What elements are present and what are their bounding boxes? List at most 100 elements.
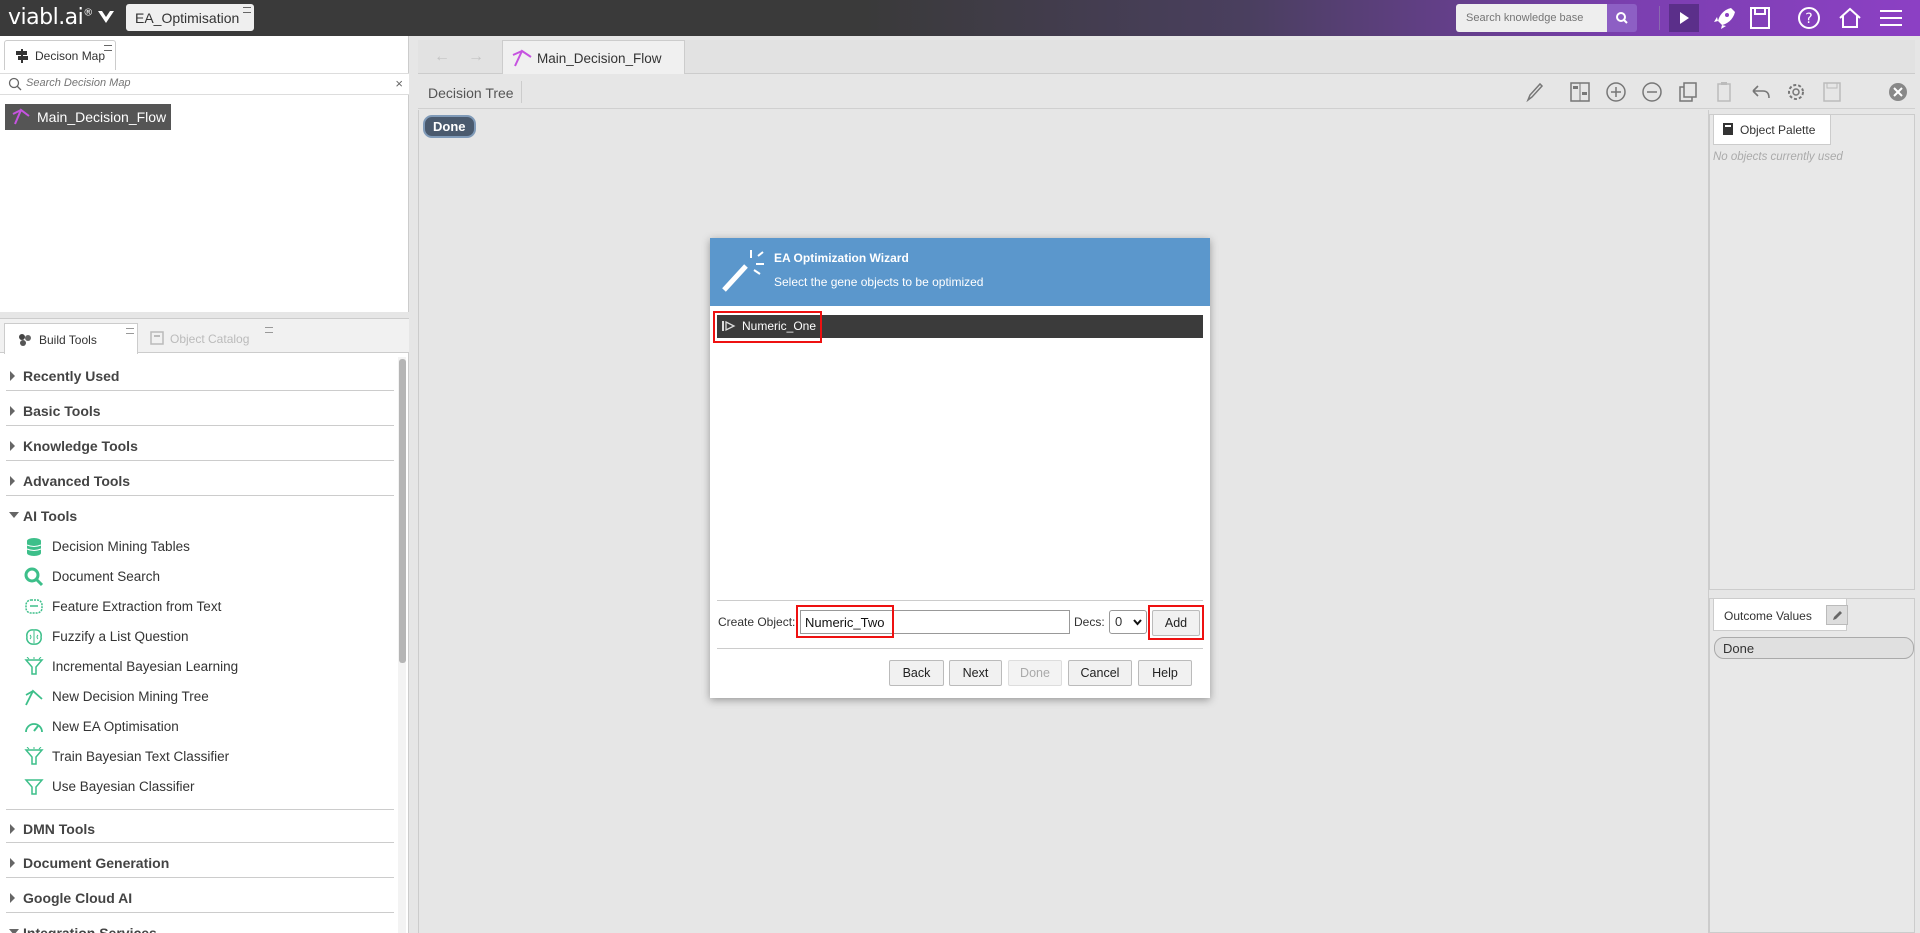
category-google-cloud-ai[interactable]: Google Cloud AI — [6, 879, 394, 913]
next-button[interactable]: Next — [949, 660, 1002, 686]
category-recently-used[interactable]: Recently Used — [6, 357, 394, 391]
tab-object-palette[interactable]: Object Palette — [1713, 115, 1831, 145]
tool-fuzzify-list-question[interactable]: Fuzzify a List Question — [22, 625, 189, 651]
tab-outcome-values[interactable]: Outcome Values — [1713, 599, 1848, 631]
expand-icon — [10, 371, 15, 381]
search-icon — [1616, 12, 1628, 24]
search-button[interactable] — [1607, 4, 1637, 32]
run-button[interactable] — [1669, 4, 1699, 32]
edit-outcomes-button[interactable] — [1826, 605, 1848, 625]
home-button[interactable] — [1835, 4, 1865, 32]
magnifier-icon — [24, 567, 44, 587]
expand-icon — [10, 824, 15, 834]
copy-icon[interactable] — [1676, 81, 1700, 103]
zoom-in-icon[interactable] — [1604, 81, 1628, 103]
decision-map-search: × — [0, 73, 409, 95]
gauge-icon — [25, 723, 43, 733]
collapse-icon — [9, 929, 19, 933]
category-ai-tools[interactable]: AI Tools — [6, 497, 394, 531]
tool-train-bayesian-text[interactable]: Train Bayesian Text Classifier — [22, 745, 229, 771]
editor-tab-label: Main_Decision_Flow — [537, 51, 662, 66]
tool-use-bayesian-classifier[interactable]: Use Bayesian Classifier — [22, 775, 195, 801]
toolbar-divider — [1659, 6, 1660, 30]
pencil-icon[interactable] — [1522, 81, 1546, 103]
category-document-generation[interactable]: Document Generation — [6, 844, 394, 878]
funnel-icon — [24, 747, 44, 765]
decs-select[interactable]: 0 — [1109, 610, 1147, 634]
chevron-down-icon — [1133, 619, 1142, 626]
decs-value: 0 — [1115, 614, 1123, 629]
expand-icon — [10, 441, 15, 451]
outcome-values-tab-label: Outcome Values — [1724, 609, 1812, 623]
help-button[interactable]: Help — [1138, 660, 1192, 686]
tab-build-tools[interactable]: Build Tools — [4, 323, 138, 354]
category-integration-services[interactable]: Integration Services — [6, 914, 394, 933]
tab-menu-icon[interactable] — [126, 328, 134, 334]
category-basic-tools[interactable]: Basic Tools — [6, 392, 394, 426]
tab-menu-icon[interactable] — [104, 45, 113, 51]
build-tools-icon — [19, 334, 31, 346]
main-menu-button[interactable] — [1876, 4, 1906, 32]
category-label: Advanced Tools — [23, 473, 131, 489]
tools-tab-row: Build Tools Object Catalog — [0, 319, 409, 354]
tool-new-ea-optimisation[interactable]: New EA Optimisation — [22, 715, 179, 741]
tab-object-catalog-label: Object Catalog — [170, 332, 250, 346]
pencil-icon — [1833, 611, 1842, 620]
decision-map-search-input[interactable] — [26, 77, 376, 89]
save-icon[interactable] — [1820, 81, 1844, 103]
back-arrow-icon[interactable]: ← — [434, 48, 450, 66]
knowledge-base-search-input[interactable] — [1456, 4, 1607, 32]
deploy-button[interactable] — [1709, 4, 1739, 32]
tool-decision-mining-tables[interactable]: Decision Mining Tables — [22, 535, 190, 561]
forward-arrow-icon[interactable]: → — [468, 48, 484, 66]
tab-object-catalog[interactable]: Object Catalog — [142, 323, 276, 353]
knowledge-base-tab[interactable]: EA_Optimisation — [126, 4, 254, 31]
run-icon — [1669, 4, 1699, 32]
tools-panel: Build Tools Object Catalog Recently Used… — [0, 318, 409, 933]
category-dmn-tools[interactable]: DMN Tools — [6, 809, 394, 843]
kb-tab-label: EA_Optimisation — [135, 10, 240, 26]
collapse-icon — [9, 512, 19, 518]
highlight-gene-item — [713, 311, 822, 343]
close-icon[interactable] — [1886, 81, 1910, 103]
home-icon — [1839, 7, 1861, 28]
tool-feature-extraction[interactable]: Feature Extraction from Text — [22, 595, 221, 621]
logo-heart-icon — [98, 11, 114, 23]
done-node[interactable]: Done — [423, 115, 476, 138]
zoom-out-icon[interactable] — [1640, 81, 1664, 103]
category-advanced-tools[interactable]: Advanced Tools — [6, 462, 394, 496]
app-logo[interactable]: viabl.ai® — [8, 5, 93, 30]
help-button[interactable]: ? — [1794, 4, 1824, 32]
cancel-button[interactable]: Cancel — [1068, 660, 1132, 686]
tab-menu-icon[interactable] — [265, 327, 273, 333]
tool-incremental-bayesian[interactable]: Incremental Bayesian Learning — [22, 655, 238, 681]
clear-search-icon[interactable]: × — [395, 76, 403, 91]
tab-build-tools-label: Build Tools — [39, 333, 97, 347]
undo-icon[interactable] — [1748, 81, 1772, 103]
done-button[interactable]: Done — [1008, 660, 1062, 686]
back-button[interactable]: Back — [889, 660, 944, 686]
wizard-header: EA Optimization Wizard Select the gene o… — [710, 238, 1210, 306]
tab-main-decision-flow[interactable]: Main_Decision_Flow — [502, 40, 685, 74]
gear-icon[interactable] — [1784, 81, 1808, 103]
tab-menu-icon[interactable] — [243, 7, 251, 13]
create-object-label: Create Object: — [718, 615, 796, 629]
menu-icon — [1880, 10, 1902, 26]
outcome-value-item[interactable]: Done — [1714, 637, 1914, 659]
rocket-icon — [1714, 8, 1735, 29]
tools-scrollbar-thumb[interactable] — [399, 359, 406, 663]
layout-icon[interactable] — [1568, 81, 1592, 103]
save-icon — [1750, 7, 1770, 29]
save-button[interactable] — [1745, 4, 1775, 32]
object-palette-empty: No objects currently used — [1713, 151, 1843, 163]
category-knowledge-tools[interactable]: Knowledge Tools — [6, 427, 394, 461]
tool-new-decision-mining-tree[interactable]: New Decision Mining Tree — [22, 685, 209, 711]
paste-icon[interactable] — [1712, 81, 1736, 103]
decision-map-panel: Decison Map × Main_Decision_Flow — [0, 36, 409, 312]
tool-label: New EA Optimisation — [52, 719, 179, 734]
decision-map-tab[interactable]: Decison Map — [4, 40, 117, 70]
decision-map-item[interactable]: Main_Decision_Flow — [5, 104, 172, 130]
decision-map-item-label: Main_Decision_Flow — [37, 109, 167, 125]
tool-label: Incremental Bayesian Learning — [52, 659, 239, 674]
tool-document-search[interactable]: Document Search — [22, 565, 160, 591]
